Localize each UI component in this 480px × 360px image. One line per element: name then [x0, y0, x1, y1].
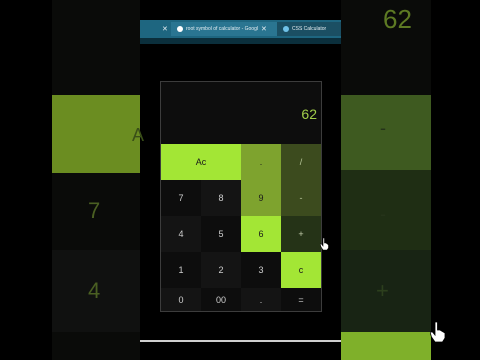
- background-equals-blur: [341, 332, 431, 360]
- google-favicon-icon: [177, 26, 183, 32]
- background-operator-blur: [341, 95, 431, 173]
- digit-9-button[interactable]: 9: [241, 180, 281, 216]
- background-digit-text: 7: [88, 198, 101, 223]
- background-operator-blur: [341, 170, 431, 250]
- codepen-favicon-icon: [283, 26, 289, 32]
- browser-tab[interactable]: ✕: [140, 22, 171, 36]
- digit-6-button[interactable]: 6: [241, 216, 281, 252]
- equals-button[interactable]: =: [281, 288, 321, 311]
- digit-4-button[interactable]: 4: [161, 216, 201, 252]
- digit-1-button[interactable]: 1: [161, 252, 201, 288]
- divider: [140, 340, 341, 342]
- all-clear-button[interactable]: Ac: [161, 144, 241, 180]
- divide-button[interactable]: /: [281, 144, 321, 180]
- add-button[interactable]: +: [281, 216, 321, 252]
- tab-title: root symbol of calculator - Googl: [186, 26, 258, 32]
- background-display-text: 62: [383, 4, 412, 34]
- tab-close-icon[interactable]: ✕: [162, 25, 168, 33]
- calculator: 62 Ac . / 7 8 9 - 4 5 6 + 1 2 3 c 0 00 .…: [160, 81, 322, 312]
- digit-8-button[interactable]: 8: [201, 180, 241, 216]
- decimal-button[interactable]: .: [241, 144, 281, 180]
- clear-button[interactable]: c: [281, 252, 321, 288]
- digit-3-button[interactable]: 3: [241, 252, 281, 288]
- decimal-point-button[interactable]: .: [241, 288, 281, 311]
- tab-title: CSS Calculator: [292, 26, 327, 32]
- background-ac-button-blur: [52, 95, 140, 173]
- background-digit-text: 4: [88, 278, 101, 303]
- browser-tab-css-calculator[interactable]: CSS Calculator: [277, 22, 341, 36]
- calculator-display: 62: [161, 82, 321, 144]
- hand-cursor-icon: [430, 322, 446, 342]
- hand-cursor-icon: [320, 238, 329, 250]
- subtract-button[interactable]: -: [281, 180, 321, 216]
- digit-7-button[interactable]: 7: [161, 180, 201, 216]
- browser-toolbar: [140, 38, 341, 44]
- screen: 62 7 4 A + - - ✕ root symbol of calculat…: [0, 0, 480, 360]
- background-minus-text: -: [380, 204, 386, 224]
- background-plus-text: +: [376, 278, 389, 303]
- display-value: 62: [301, 106, 317, 122]
- background-ac-text: A: [132, 125, 145, 145]
- double-zero-button[interactable]: 00: [201, 288, 241, 311]
- browser-tab-google-search[interactable]: root symbol of calculator - Googl ✕: [171, 22, 277, 36]
- digit-0-button[interactable]: 0: [161, 288, 201, 311]
- digit-5-button[interactable]: 5: [201, 216, 241, 252]
- digit-2-button[interactable]: 2: [201, 252, 241, 288]
- tab-close-icon[interactable]: ✕: [261, 25, 267, 33]
- browser-tab-strip: ✕ root symbol of calculator - Googl ✕ CS…: [140, 20, 341, 38]
- background-minus-text: -: [380, 118, 386, 138]
